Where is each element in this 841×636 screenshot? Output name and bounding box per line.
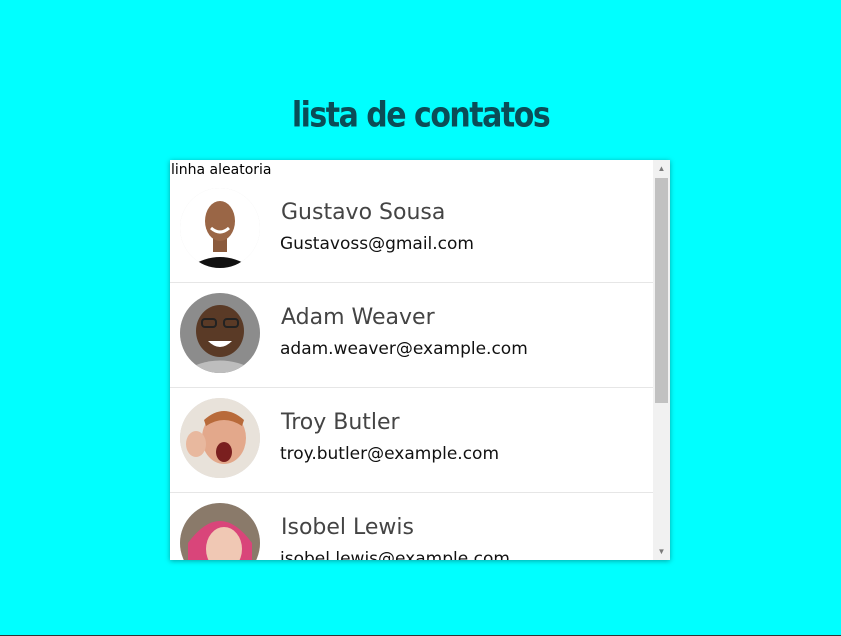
triangle-up-icon[interactable]: ▲: [653, 160, 670, 177]
contact-item[interactable]: Adam Weaver adam.weaver@example.com: [170, 283, 653, 388]
contact-item[interactable]: Troy Butler troy.butler@example.com: [170, 388, 653, 493]
contact-list: linha aleatoria Gustavo Sousa Gustavoss@…: [170, 160, 653, 560]
contact-name: Adam Weaver: [281, 305, 435, 330]
contact-list-panel[interactable]: linha aleatoria Gustavo Sousa Gustavoss@…: [170, 160, 670, 560]
contact-email: Gustavoss@gmail.com: [280, 234, 474, 254]
contact-email: isobel.lewis@example.com: [280, 549, 510, 560]
contact-item[interactable]: Gustavo Sousa Gustavoss@gmail.com: [170, 178, 653, 283]
avatar: [180, 188, 260, 268]
page-title: lista de contatos: [291, 95, 551, 136]
avatar: [180, 398, 260, 478]
contact-name: Isobel Lewis: [281, 515, 414, 540]
contact-email: troy.butler@example.com: [280, 444, 500, 464]
contact-name: Troy Butler: [281, 410, 400, 435]
scrollbar[interactable]: ▲ ▼: [653, 160, 670, 560]
avatar: [180, 503, 260, 560]
contact-email: adam.weaver@example.com: [280, 339, 528, 359]
triangle-down-icon[interactable]: ▼: [653, 543, 670, 560]
scrollbar-thumb[interactable]: [655, 178, 668, 403]
page: lista de contatos linha aleatoria Gustav…: [0, 0, 841, 636]
contact-name: Gustavo Sousa: [281, 200, 446, 225]
avatar: [180, 293, 260, 373]
random-line-text: linha aleatoria: [171, 162, 272, 178]
contact-item[interactable]: Isobel Lewis isobel.lewis@example.com: [170, 493, 653, 560]
